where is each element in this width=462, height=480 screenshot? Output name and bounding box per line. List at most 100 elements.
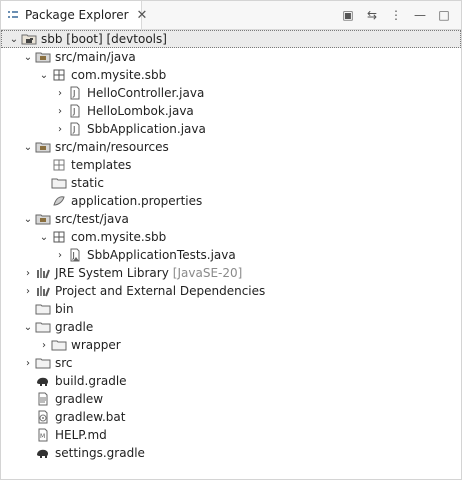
build-gradle-label: build.gradle [55, 374, 127, 388]
tree-row-dependencies[interactable]: › Project and External Dependencies [1, 282, 461, 300]
expand-toggle[interactable]: ⌄ [37, 66, 51, 84]
static-label: static [71, 176, 104, 190]
text-file-icon [35, 391, 51, 407]
java-file-icon: J [67, 103, 83, 119]
expand-toggle-empty [21, 390, 35, 408]
expand-toggle-empty [21, 444, 35, 462]
expand-toggle[interactable]: ⌄ [21, 210, 35, 228]
java-file-icon: J [67, 121, 83, 137]
package-test-label: com.mysite.sbb [71, 230, 167, 244]
tree-row-project[interactable]: ⌄ sbb [boot] [devtools] [1, 30, 461, 48]
link-with-editor-icon[interactable]: ⇆ [363, 6, 381, 24]
help-md-label: HELP.md [55, 428, 107, 442]
expand-toggle[interactable]: › [53, 246, 67, 264]
package-icon [51, 157, 67, 173]
expand-toggle[interactable]: ⌄ [21, 138, 35, 156]
tree-row-src-test-java[interactable]: ⌄ src/test/java [1, 210, 461, 228]
expand-toggle-empty [21, 372, 35, 390]
expand-toggle[interactable]: › [21, 354, 35, 372]
expand-toggle[interactable]: › [21, 264, 35, 282]
folder-icon [35, 319, 51, 335]
tree-row-wrapper[interactable]: › wrapper [1, 336, 461, 354]
expand-toggle[interactable]: › [21, 282, 35, 300]
package-main-label: com.mysite.sbb [71, 68, 167, 82]
library-icon [35, 283, 51, 299]
hellolombok-label: HelloLombok.java [87, 104, 194, 118]
src-main-java-label: src/main/java [55, 50, 136, 64]
tree-row-settings-gradle[interactable]: settings.gradle [1, 444, 461, 462]
expand-toggle[interactable]: › [53, 102, 67, 120]
tree-row-package-test[interactable]: ⌄ com.mysite.sbb [1, 228, 461, 246]
gradle-project-icon [21, 31, 37, 47]
collapse-all-icon[interactable]: ▣ [339, 6, 357, 24]
package-explorer-tab[interactable]: Package Explorer ✕ [1, 1, 147, 29]
tree-row-gradlew-bat[interactable]: gradlew.bat [1, 408, 461, 426]
jre-library-decor: [JavaSE-20] [172, 266, 243, 280]
application-properties-label: application.properties [71, 194, 203, 208]
tree-row-gradle[interactable]: ⌄ gradle [1, 318, 461, 336]
folder-icon [35, 301, 51, 317]
jre-library-label: JRE System Library [JavaSE-20] [55, 266, 242, 280]
library-icon [35, 265, 51, 281]
expand-toggle-empty [21, 300, 35, 318]
maximize-icon[interactable]: □ [435, 6, 453, 24]
tree-row-package-main[interactable]: ⌄ com.mysite.sbb [1, 66, 461, 84]
dependencies-label: Project and External Dependencies [55, 284, 266, 298]
tree-row-src[interactable]: › src [1, 354, 461, 372]
expand-toggle[interactable]: › [53, 84, 67, 102]
expand-toggle[interactable]: › [37, 336, 51, 354]
svg-text:J: J [72, 125, 75, 134]
gradle-elephant-icon [35, 373, 51, 389]
tree-row-bin[interactable]: bin [1, 300, 461, 318]
tree-row-templates[interactable]: templates [1, 156, 461, 174]
src-main-resources-label: src/main/resources [55, 140, 169, 154]
project-label: sbb [boot] [devtools] [41, 32, 167, 46]
properties-file-icon [51, 193, 67, 209]
tree-row-help-md[interactable]: M HELP.md [1, 426, 461, 444]
expand-toggle[interactable]: ⌄ [7, 30, 21, 48]
source-folder-icon [35, 139, 51, 155]
tree-row-build-gradle[interactable]: build.gradle [1, 372, 461, 390]
src-test-java-label: src/test/java [55, 212, 129, 226]
bat-file-icon [35, 409, 51, 425]
tree-row-hellocontroller[interactable]: › J HelloController.java [1, 84, 461, 102]
source-folder-icon [35, 49, 51, 65]
gradlew-bat-label: gradlew.bat [55, 410, 126, 424]
expand-toggle-empty [37, 192, 51, 210]
tree-row-jre-library[interactable]: › JRE System Library [JavaSE-20] [1, 264, 461, 282]
tree-row-sbbapplication[interactable]: › J SbbApplication.java [1, 120, 461, 138]
close-icon[interactable]: ✕ [137, 9, 148, 22]
view-toolbar: ▣ ⇆ ⋮ — □ [339, 1, 453, 29]
folder-icon [51, 175, 67, 191]
expand-toggle-empty [21, 408, 35, 426]
tree-row-static[interactable]: static [1, 174, 461, 192]
sbbapplication-label: SbbApplication.java [87, 122, 206, 136]
svg-text:J: J [72, 107, 75, 116]
tree-row-gradlew[interactable]: gradlew [1, 390, 461, 408]
markdown-file-icon: M [35, 427, 51, 443]
svg-text:M: M [40, 433, 45, 440]
view-tabbar: Package Explorer ✕ ▣ ⇆ ⋮ — □ [1, 1, 461, 30]
tab-title: Package Explorer [25, 8, 129, 22]
tree-row-sbbapplicationtests[interactable]: › J SbbApplicationTests.java [1, 246, 461, 264]
package-tree: ⌄ sbb [boot] [devtools] ⌄ src/main/java [1, 30, 461, 462]
expand-toggle[interactable]: ⌄ [37, 228, 51, 246]
expand-toggle[interactable]: ⌄ [21, 48, 35, 66]
expand-toggle[interactable]: › [53, 120, 67, 138]
jre-library-name: JRE System Library [55, 266, 169, 280]
folder-icon [35, 355, 51, 371]
svg-text:J: J [72, 89, 75, 98]
source-folder-icon [35, 211, 51, 227]
tree-row-src-main-resources[interactable]: ⌄ src/main/resources [1, 138, 461, 156]
minimize-icon[interactable]: — [411, 6, 429, 24]
expand-toggle[interactable]: ⌄ [21, 318, 35, 336]
view-menu-icon[interactable]: ⋮ [387, 6, 405, 24]
tree-row-src-main-java[interactable]: ⌄ src/main/java [1, 48, 461, 66]
tree-row-hellolombok[interactable]: › J HelloLombok.java [1, 102, 461, 120]
expand-toggle-empty [37, 156, 51, 174]
settings-gradle-label: settings.gradle [55, 446, 145, 460]
wrapper-label: wrapper [71, 338, 121, 352]
templates-label: templates [71, 158, 132, 172]
package-explorer-icon [7, 9, 19, 21]
tree-row-application-properties[interactable]: application.properties [1, 192, 461, 210]
